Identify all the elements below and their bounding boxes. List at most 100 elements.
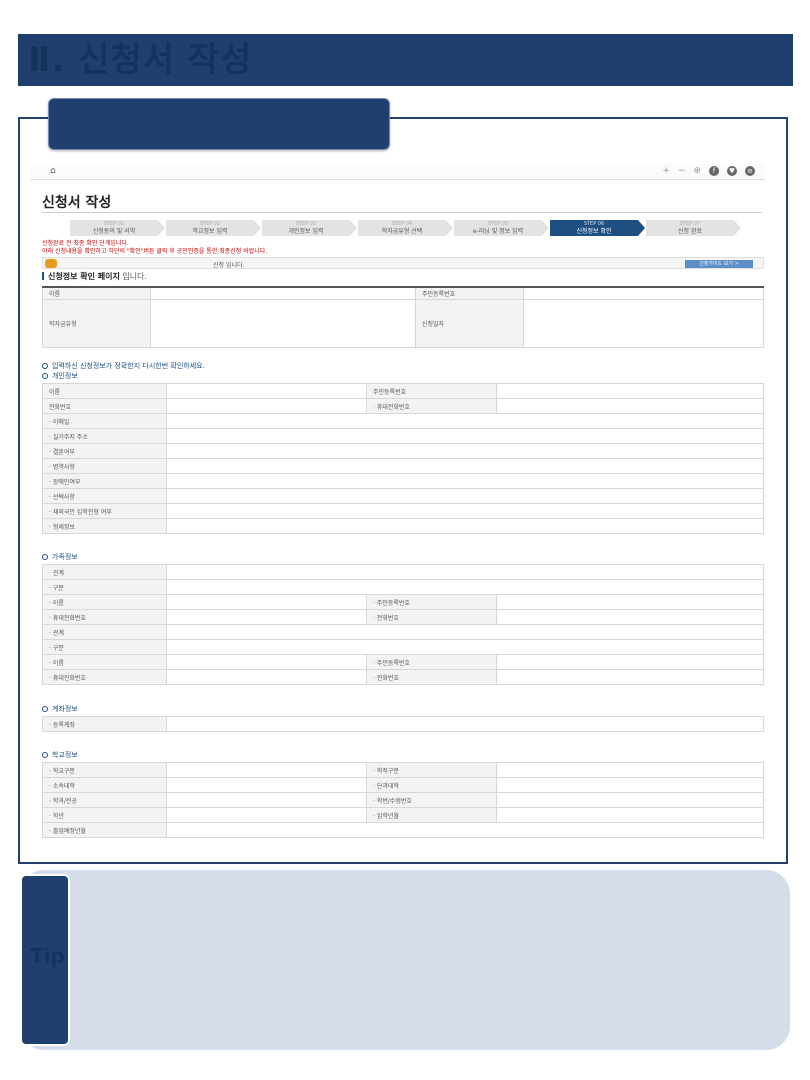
circle-bullet-icon	[42, 363, 48, 369]
check-message: 입력하신 신청정보가 정확한지 다시한번 확인하세요.	[42, 361, 205, 371]
cell-label: · 학년	[42, 807, 167, 823]
cell-label: · 입학년월	[366, 807, 497, 823]
top-toolbar: ⌂ + − ⊕ f ♥ ≡	[30, 164, 765, 180]
account-section-title: 계좌정보	[42, 704, 78, 714]
personal-table: 이름 주민등록번호 전화번호 · 휴대전화번호 · 이메일 · 실거주지 주소 · …	[42, 383, 764, 534]
cell-value	[166, 473, 764, 489]
school-section-title: 학교정보	[42, 750, 78, 760]
cell-value	[166, 564, 764, 580]
cell-label: 이름	[42, 286, 151, 300]
cell-label: · 학적구분	[366, 762, 497, 778]
cell-value	[496, 609, 764, 625]
cell-label: · 학번/수험번호	[366, 792, 497, 808]
cell-value	[166, 428, 764, 444]
section-title: Ⅱ. 신청서 작성	[28, 40, 253, 80]
step-progress: STEP 01 신청동의 및 서약 STEP 02 학교정보 입력 STEP 03 개…	[70, 220, 741, 236]
cell-label: · 이메일	[42, 413, 167, 429]
tip-box	[20, 870, 790, 1050]
info-text: 신청 입니다.	[213, 262, 245, 269]
favorite-icon[interactable]: ♥	[727, 166, 737, 176]
cell-label: · 이름	[42, 594, 167, 610]
cell-value	[150, 286, 416, 300]
notice-line-2: 아래 신청내용을 확인하고 하단의 "확인"버튼 클릭 후 공인인증을 통한 최…	[42, 248, 268, 255]
cell-label: · 장애인여부	[42, 473, 167, 489]
cell-value	[166, 579, 764, 595]
cell-value	[166, 762, 367, 778]
cell-label: · 소속대학	[42, 777, 167, 793]
step-1: STEP 01 신청동의 및 서약	[70, 220, 165, 236]
step-5: STEP 05 e-러닝 및 정보 입력	[454, 220, 549, 236]
cell-label: · 이름	[42, 654, 167, 670]
cell-label: 학자금유형	[42, 298, 151, 348]
guide-button[interactable]: 신청가이드 보기 >	[685, 260, 753, 268]
section-header-band: Ⅱ. 신청서 작성	[18, 34, 793, 86]
cell-label: 주민등록번호	[366, 383, 497, 399]
cell-value	[166, 518, 764, 534]
cell-value	[166, 458, 764, 474]
cell-label: 주민등록번호	[415, 286, 524, 300]
cell-label: · 학교구분	[42, 762, 167, 778]
cell-label: 이름	[42, 383, 167, 399]
cell-label: · 주민등록번호	[366, 594, 497, 610]
cell-label: · 학과/전공	[42, 792, 167, 808]
cell-value	[496, 654, 764, 670]
step-7: STEP 07 신청 완료	[646, 220, 741, 236]
cell-value	[496, 792, 764, 808]
zoom-in-icon[interactable]: +	[662, 166, 670, 176]
cell-label: 신청일자	[415, 298, 524, 348]
circle-bullet-icon	[42, 752, 48, 758]
family-table: · 관계 · 구분 · 이름 · 주민등록번호 · 휴대전화번호 · 전화번호 · …	[42, 564, 764, 685]
cell-label: · 졸업예정년월	[42, 822, 167, 838]
cell-value	[166, 792, 367, 808]
cell-value	[166, 716, 764, 732]
cell-label: · 관계	[42, 624, 167, 640]
print-icon[interactable]: ⊕	[693, 166, 701, 176]
summary-table: 이름 주민등록번호 학자금유형 신청일자	[42, 286, 764, 348]
toolbar-icons: + − ⊕ f ♥ ≡	[662, 166, 755, 176]
cell-value	[166, 822, 764, 838]
personal-section-title: 개인정보	[42, 371, 78, 381]
cell-label: · 전화번호	[366, 669, 497, 685]
cell-value	[166, 594, 367, 610]
notice-line-1: 신청완료 전 최종 확인 단계입니다.	[42, 240, 129, 247]
application-screen: ⌂ + − ⊕ f ♥ ≡ 신청서 작성 STEP 01 신청동의 및 서약 ST…	[30, 160, 765, 850]
cell-value	[496, 762, 764, 778]
circle-bullet-icon	[42, 706, 48, 712]
step-3: STEP 03 개인정보 입력	[262, 220, 357, 236]
step-4: STEP 04 학자금유형 선택	[358, 220, 453, 236]
cell-label: · 선택사항	[42, 488, 167, 504]
heading-divider	[42, 212, 762, 213]
home-icon[interactable]: ⌂	[50, 166, 56, 176]
cell-label: · 결혼여부	[42, 443, 167, 459]
cell-value	[166, 488, 764, 504]
menu-icon[interactable]: ≡	[745, 166, 755, 176]
cell-value	[166, 413, 764, 429]
cell-value	[166, 443, 764, 459]
cell-label: · 실거주지 주소	[42, 428, 167, 444]
cell-label: · 주민등록번호	[366, 654, 497, 670]
caption-tab	[48, 98, 390, 150]
cell-value	[166, 609, 367, 625]
cell-value	[496, 383, 764, 399]
cell-label: · 관계	[42, 564, 167, 580]
circle-bullet-icon	[42, 373, 48, 379]
cell-label: · 휴대전화번호	[42, 609, 167, 625]
cell-label: · 전화번호	[366, 609, 497, 625]
cell-value	[166, 639, 764, 655]
cell-value	[496, 807, 764, 823]
cell-value	[496, 594, 764, 610]
zoom-out-icon[interactable]: −	[678, 166, 686, 176]
cell-value	[523, 286, 764, 300]
cell-label: · 등록계좌	[42, 716, 167, 732]
cell-label: · 휴대전화번호	[366, 398, 497, 414]
facebook-icon[interactable]: f	[709, 166, 719, 176]
cell-value	[166, 624, 764, 640]
cell-label: · 단과대학	[366, 777, 497, 793]
cell-value	[496, 398, 764, 414]
family-section-title: 가족정보	[42, 552, 78, 562]
title-bar-marker	[42, 272, 44, 280]
cell-value	[523, 298, 764, 348]
confirm-section-title: 신청정보 확인 페이지 입니다.	[42, 271, 147, 282]
account-table: · 등록계좌	[42, 716, 764, 732]
notice-text: 신청완료 전 최종 확인 단계입니다. 아래 신청내용을 확인하고 하단의 "확…	[42, 240, 267, 256]
